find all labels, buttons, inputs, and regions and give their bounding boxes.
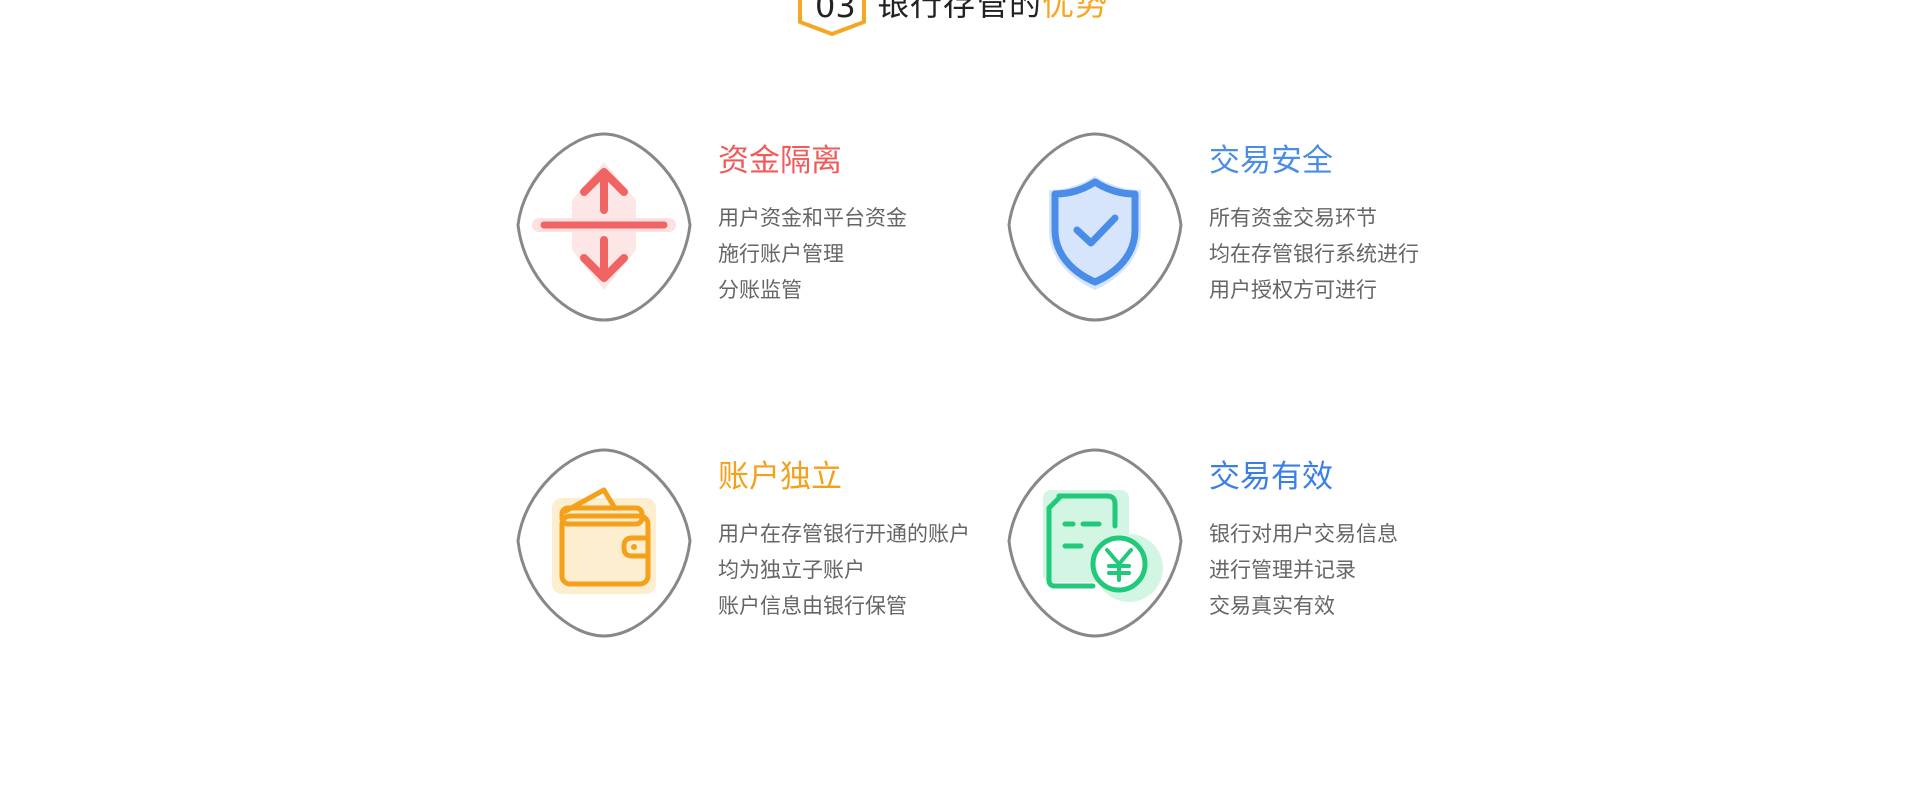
section-number: 03 [815, 0, 856, 25]
feature-description: 用户资金和平台资金 施行账户管理 分账监管 [718, 200, 907, 308]
section-title-main: 银行存管的 [877, 0, 1043, 23]
description-line: 银行对用户交易信息 [1209, 522, 1398, 546]
feature-description: 所有资金交易环节 均在存管银行系统进行 用户授权方可进行 [1209, 200, 1419, 308]
description-line: 用户在存管银行开通的账户 [718, 522, 970, 546]
feature-fund-isolation: 资金隔离 用户资金和平台资金 施行账户管理 分账监管 [512, 130, 1032, 330]
section-title: 银行存管的优势 [877, 0, 1108, 20]
section-title-accent: 优势 [1042, 0, 1109, 23]
description-line: 均为独立子账户 [718, 558, 865, 582]
yuan-document-icon [1003, 446, 1187, 640]
wallet-icon [512, 446, 696, 640]
description-line: 均在存管银行系统进行 [1209, 242, 1419, 266]
description-line: 用户授权方可进行 [1209, 278, 1377, 302]
description-line: 施行账户管理 [718, 242, 844, 266]
feature-transaction-security: 交易安全 所有资金交易环节 均在存管银行系统进行 用户授权方可进行 [1003, 130, 1523, 330]
hexagon-frame-icon [516, 132, 692, 322]
feature-title: 账户独立 [718, 459, 842, 495]
feature-title: 交易有效 [1209, 459, 1333, 495]
description-line: 分账监管 [718, 278, 802, 302]
hexagon-frame-icon [516, 448, 692, 638]
fund-isolation-icon [512, 130, 696, 324]
shield-check-icon [1003, 130, 1187, 324]
description-line: 所有资金交易环节 [1209, 206, 1377, 230]
feature-title: 交易安全 [1209, 143, 1333, 179]
description-line: 进行管理并记录 [1209, 558, 1356, 582]
feature-title: 资金隔离 [718, 143, 842, 179]
description-line: 账户信息由银行保管 [718, 594, 907, 618]
section-header: 03 银行存管的优势 [0, 0, 1920, 40]
hexagon-frame-icon [1007, 448, 1183, 638]
feature-valid-transaction: 交易有效 银行对用户交易信息 进行管理并记录 交易真实有效 [1003, 446, 1523, 646]
hexagon-frame-icon [1007, 132, 1183, 322]
feature-independent-account: 账户独立 用户在存管银行开通的账户 均为独立子账户 账户信息由银行保管 [512, 446, 1032, 646]
description-line: 交易真实有效 [1209, 594, 1335, 618]
description-line: 用户资金和平台资金 [718, 206, 907, 230]
feature-description: 银行对用户交易信息 进行管理并记录 交易真实有效 [1209, 516, 1398, 624]
feature-description: 用户在存管银行开通的账户 均为独立子账户 账户信息由银行保管 [718, 516, 970, 624]
